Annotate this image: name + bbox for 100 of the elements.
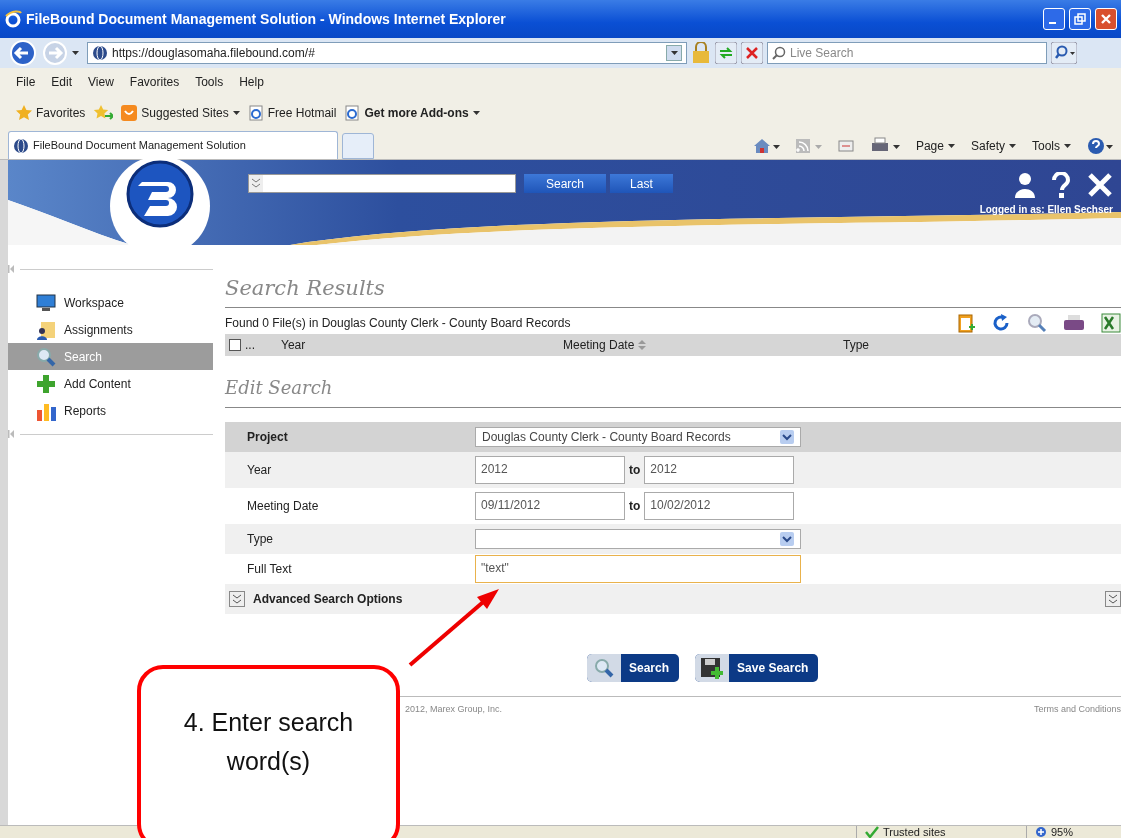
address-field[interactable]: https://douglasomaha.filebound.com/# <box>87 42 687 64</box>
home-icon[interactable] <box>753 138 780 154</box>
caret-icon <box>472 111 480 115</box>
check-icon <box>865 826 879 838</box>
clipboard-icon[interactable] <box>957 312 975 333</box>
printer-icon[interactable] <box>1063 312 1085 333</box>
field-label: Meeting Date <box>246 497 320 515</box>
dropdown-button[interactable] <box>666 45 682 61</box>
padlock-icon <box>691 42 711 64</box>
close-icon[interactable] <box>1087 172 1113 198</box>
globe-icon <box>13 137 29 154</box>
caret-icon <box>232 111 240 115</box>
caret-icon <box>947 144 955 148</box>
sidebar-item[interactable]: Add Content <box>8 370 213 397</box>
column-header[interactable]: Meeting Date <box>563 335 843 354</box>
sidebar-item[interactable]: Reports <box>8 397 213 424</box>
add-favorite-icon[interactable] <box>93 104 114 122</box>
sidebar-item[interactable]: Workspace <box>8 289 213 316</box>
last-button[interactable]: Last <box>610 174 673 193</box>
logged-in-label: Logged in as: Ellen Sechser <box>979 203 1113 217</box>
input-field[interactable]: 10/02/2012 <box>644 491 795 520</box>
input-field[interactable]: "text" <box>475 554 801 583</box>
menu-item[interactable]: Edit <box>51 73 73 91</box>
restore-button[interactable] <box>1069 8 1091 30</box>
range-label: to <box>628 461 642 479</box>
user-icon <box>36 319 56 340</box>
expand-icon <box>249 175 263 192</box>
caret-icon[interactable] <box>72 51 79 55</box>
caret-icon <box>780 531 794 546</box>
search-icon[interactable] <box>1051 42 1077 64</box>
command-menu[interactable]: Tools <box>1032 137 1071 155</box>
range-label: to <box>628 497 642 515</box>
sidebar-item[interactable]: Assignments <box>8 316 213 343</box>
column-header[interactable]: ... <box>241 335 281 354</box>
monitor-icon <box>36 293 56 312</box>
search-button[interactable]: Search <box>524 174 607 193</box>
results-count: Found 0 File(s) in Douglas County Clerk - County Board Records <box>225 314 572 332</box>
favorites-link[interactable]: Get more Add-ons <box>344 104 480 122</box>
save-search-button[interactable]: Save Search <box>695 653 819 682</box>
input-field[interactable]: 09/11/2012 <box>475 491 625 520</box>
caret-icon <box>1064 144 1071 148</box>
field-label: Type <box>246 530 274 548</box>
caret-icon <box>1009 144 1016 148</box>
page-icon <box>247 105 264 121</box>
field-label: Project <box>246 428 289 446</box>
command-menu[interactable]: Safety <box>970 137 1016 155</box>
page-icon <box>344 105 361 121</box>
stop-icon[interactable] <box>741 42 763 64</box>
window-title: FileBound Document Management Solution - Windows Internet Explorer <box>26 9 507 29</box>
section-title: Search Results <box>225 273 1121 308</box>
search-field[interactable] <box>248 174 516 193</box>
minimize-button[interactable] <box>1043 8 1065 30</box>
search-icon <box>36 346 56 367</box>
globe-icon <box>92 45 108 61</box>
column-header[interactable]: Type <box>843 335 1121 354</box>
browser-tab[interactable]: FileBound Document Management Solution <box>8 131 338 159</box>
close-icon <box>1100 13 1112 25</box>
refresh-icon[interactable] <box>715 42 737 64</box>
caret-icon <box>670 51 678 55</box>
menu-item[interactable]: Tools <box>195 73 224 91</box>
menu-item[interactable]: Help <box>239 73 264 91</box>
star-icon <box>16 105 32 121</box>
field-label: Year <box>246 461 273 479</box>
terms-link[interactable]: Terms and Conditions <box>1033 702 1121 716</box>
checkbox[interactable] <box>229 338 241 351</box>
square-icon <box>121 105 138 121</box>
command-menu[interactable]: Page <box>915 137 955 155</box>
section-title: Edit Search <box>225 373 1121 408</box>
help-icon[interactable] <box>1087 137 1113 155</box>
user-icon[interactable] <box>1015 172 1035 198</box>
search-icon[interactable] <box>1027 312 1047 333</box>
expand-icon[interactable] <box>229 590 245 607</box>
search-button[interactable]: Search <box>587 653 680 682</box>
back-icon[interactable] <box>8 40 38 66</box>
favorites-button[interactable]: Favorites <box>16 104 86 122</box>
field-label: Full Text <box>246 560 293 578</box>
help-icon[interactable] <box>1051 172 1071 198</box>
favorites-link[interactable]: Free Hotmail <box>247 104 337 122</box>
input-field[interactable]: 2012 <box>644 455 795 484</box>
zoom-control[interactable]: 95% <box>1026 826 1121 838</box>
refresh-icon[interactable] <box>991 312 1011 333</box>
restore-icon <box>1074 13 1086 25</box>
close-button[interactable] <box>1095 8 1117 30</box>
dropdown[interactable]: Douglas County Clerk - County Board Records <box>475 426 801 447</box>
callout-note: 4. Enter search word(s) <box>137 665 400 838</box>
input-field[interactable]: 2012 <box>475 455 625 484</box>
zoom-icon <box>1035 826 1047 838</box>
plus-icon <box>36 373 56 394</box>
spreadsheet-icon[interactable] <box>1101 312 1121 333</box>
column-header[interactable]: Year <box>281 335 563 354</box>
security-zone: Trusted sites <box>856 826 1026 838</box>
menu-item[interactable]: View <box>88 73 114 91</box>
menu-item[interactable]: Favorites <box>129 73 180 91</box>
expand-icon[interactable] <box>1105 590 1121 607</box>
search-icon <box>772 46 786 60</box>
sort-icon <box>638 339 647 350</box>
minimize-icon <box>1049 22 1056 24</box>
menu-item[interactable]: File <box>16 73 36 91</box>
favorites-link[interactable]: Suggested Sites <box>121 104 240 122</box>
search-field[interactable]: Live Search <box>767 42 1047 64</box>
